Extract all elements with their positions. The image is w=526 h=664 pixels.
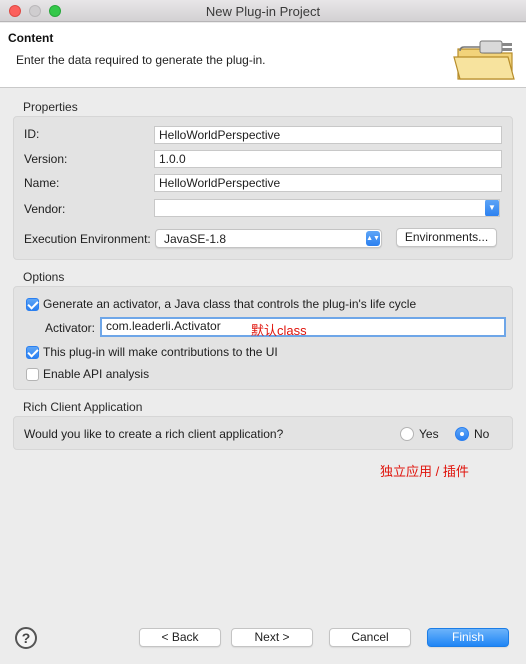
options-group-label: Options — [23, 270, 65, 284]
cancel-button[interactable]: Cancel — [329, 628, 411, 647]
id-label: ID: — [24, 127, 40, 141]
default-class-annotation: 默认class — [251, 323, 307, 338]
page-title: Content — [8, 31, 54, 45]
window-title: New Plug-in Project — [205, 4, 321, 19]
properties-panel: ID: HelloWorldPerspective Version: 1.0.0… — [13, 116, 513, 260]
generate-activator-label: Generate an activator, a Java class that… — [43, 297, 417, 311]
environments-button[interactable]: Environments... — [396, 228, 497, 247]
back-button[interactable]: < Back — [139, 628, 221, 647]
rcp-no-radio[interactable] — [455, 427, 469, 441]
vendor-label: Vendor: — [24, 202, 66, 216]
properties-group-label: Properties — [23, 100, 78, 114]
rcp-yes-radio[interactable] — [400, 427, 414, 441]
page-description: Enter the data required to generate the … — [16, 53, 266, 67]
rcp-group-label: Rich Client Application — [23, 400, 143, 414]
chevron-updown-icon: ▲▼ — [366, 231, 380, 246]
contributions-checkbox[interactable] — [26, 346, 39, 359]
activator-label: Activator: — [45, 321, 96, 335]
rcp-question: Would you like to create a rich client a… — [24, 427, 284, 441]
version-field[interactable]: 1.0.0 — [154, 150, 502, 168]
execution-environment-value: JavaSE-1.8 — [164, 232, 227, 246]
vendor-combo[interactable]: ▼ — [154, 199, 500, 217]
rcp-no-label: No — [474, 427, 490, 441]
plugin-folder-icon — [453, 40, 515, 80]
generate-activator-checkbox[interactable] — [26, 298, 39, 311]
chevron-down-icon[interactable]: ▼ — [485, 200, 499, 216]
id-field[interactable]: HelloWorldPerspective — [154, 126, 502, 144]
title-bar: New Plug-in Project — [0, 0, 526, 22]
standalone-plugin-annotation: 独立应用 / 插件 — [380, 464, 469, 479]
execution-environment-select[interactable]: JavaSE-1.8 ▲▼ — [155, 229, 382, 248]
help-icon[interactable]: ? — [15, 627, 37, 649]
next-button[interactable]: Next > — [231, 628, 313, 647]
rcp-yes-label: Yes — [419, 427, 439, 441]
execution-environment-label: Execution Environment: — [24, 232, 151, 246]
finish-button[interactable]: Finish — [427, 628, 509, 647]
api-analysis-checkbox[interactable] — [26, 368, 39, 381]
version-label: Version: — [24, 152, 68, 166]
name-field[interactable]: HelloWorldPerspective — [154, 174, 502, 192]
contributions-label: This plug-in will make contributions to … — [43, 345, 278, 359]
rcp-panel: Would you like to create a rich client a… — [13, 416, 513, 450]
api-analysis-label: Enable API analysis — [43, 367, 150, 381]
wizard-header: Content Enter the data required to gener… — [0, 23, 526, 88]
name-label: Name: — [24, 176, 60, 190]
